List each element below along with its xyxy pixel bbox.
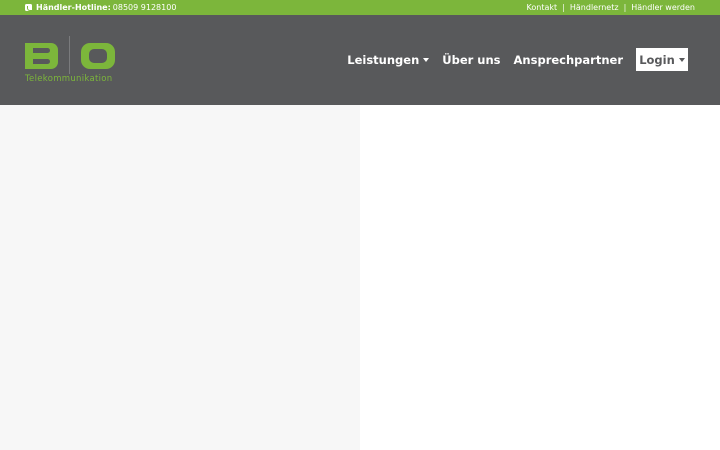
login-button[interactable]: Login	[636, 48, 688, 71]
main-nav: Leistungen Über uns Ansprechpartner Logi…	[347, 48, 688, 71]
hotline-label: Händler-Hotline:	[36, 3, 111, 12]
logo[interactable]: Telekommunikation	[25, 36, 120, 86]
right-content-panel	[360, 105, 720, 450]
nav-item-label: Ansprechpartner	[513, 52, 623, 67]
nav-item-leistungen[interactable]: Leistungen	[347, 52, 430, 67]
separator: |	[562, 3, 565, 12]
main-header: Telekommunikation Leistungen Über uns An…	[0, 15, 720, 105]
link-kontakt[interactable]: Kontakt	[527, 3, 558, 12]
link-haendler-werden[interactable]: Händler werden	[631, 3, 695, 12]
logo-tagline: Telekommunikation	[25, 74, 113, 84]
link-haendlernetz[interactable]: Händlernetz	[570, 3, 619, 12]
logo-letter-b	[25, 43, 58, 69]
left-content-panel	[0, 105, 360, 450]
logo-divider	[69, 36, 70, 74]
nav-item-ansprechpartner[interactable]: Ansprechpartner	[514, 53, 623, 67]
caret-down-icon	[678, 58, 685, 62]
phone-icon	[25, 4, 32, 11]
hotline: Händler-Hotline: 08509 9128100	[25, 3, 176, 12]
caret-down-icon	[423, 58, 430, 62]
login-label: Login	[639, 52, 675, 67]
separator: |	[623, 3, 627, 12]
top-links: Kontakt | Händlernetz | Händler werden	[527, 3, 695, 12]
nav-item-label: Über uns	[442, 52, 501, 67]
top-bar: Händler-Hotline: 08509 9128100 Kontakt |…	[0, 0, 720, 15]
hotline-number[interactable]: 08509 9128100	[113, 3, 177, 12]
nav-item-ueber-uns[interactable]: Über uns	[442, 53, 500, 67]
nav-item-label: Leistungen	[347, 52, 420, 67]
logo-letter-o	[81, 43, 115, 69]
